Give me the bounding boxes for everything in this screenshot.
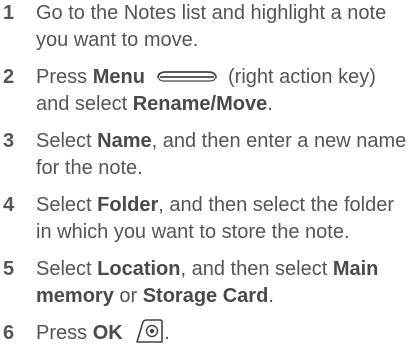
step-text-post: . xyxy=(267,93,273,115)
step-5: 5 Select Location, and then select Main … xyxy=(0,256,412,310)
folder-label: Folder xyxy=(97,194,159,216)
step-number: 5 xyxy=(3,258,15,280)
menu-key-icon xyxy=(157,70,218,82)
storage-card-label: Storage Card xyxy=(142,285,269,307)
rename-move-label: Rename/Move xyxy=(132,93,268,115)
step-1: 1 Go to the Notes list and highlight a n… xyxy=(0,0,412,54)
step-text-pre: Select xyxy=(36,130,98,152)
ok-key-icon xyxy=(136,318,164,343)
step-2: 2 Press Menu (right action key) and sele… xyxy=(0,64,412,118)
step-text-pre: Press xyxy=(36,66,93,88)
step-number: 1 xyxy=(3,2,15,24)
menu-label: Menu xyxy=(92,66,145,88)
instruction-steps: 1 Go to the Notes list and highlight a n… xyxy=(0,0,412,357)
step-3: 3 Select Name, and then enter a new name… xyxy=(0,128,412,182)
step-number: 2 xyxy=(3,66,15,88)
step-text-mid: , and then select xyxy=(180,258,333,280)
step-number: 4 xyxy=(3,194,15,216)
step-number: 6 xyxy=(3,322,15,344)
step-text: Go to the Notes list and highlight a not… xyxy=(36,2,387,51)
step-number: 3 xyxy=(3,130,15,152)
location-label: Location xyxy=(97,258,181,280)
step-text-pre: Select xyxy=(36,194,98,216)
ok-label: OK xyxy=(92,322,123,344)
step-4: 4 Select Folder, and then select the fol… xyxy=(0,192,412,246)
step-text-pre: Press xyxy=(36,322,93,344)
step-6: 6 Press OK . xyxy=(0,318,412,347)
name-label: Name xyxy=(97,130,152,152)
step-text-post: . xyxy=(268,285,274,307)
step-text-pre: Select xyxy=(36,258,98,280)
step-text-mid2: or xyxy=(113,285,143,307)
step-text-post: . xyxy=(164,322,170,344)
